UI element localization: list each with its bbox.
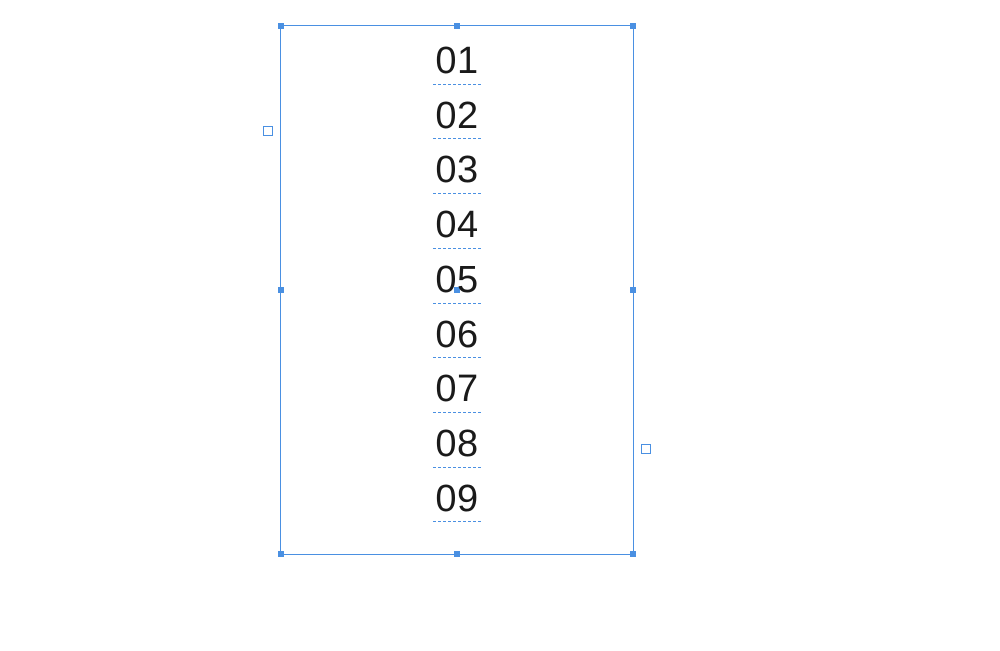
text-value[interactable]: 03	[435, 143, 478, 198]
text-line: 04	[281, 198, 633, 253]
resize-handle-bottom-right[interactable]	[630, 551, 636, 557]
text-line: 09	[281, 472, 633, 527]
thread-out-port[interactable]	[641, 444, 651, 454]
text-line: 08	[281, 417, 633, 472]
text-line: 03	[281, 143, 633, 198]
resize-handle-top-middle[interactable]	[454, 23, 460, 29]
thread-in-port[interactable]	[263, 126, 273, 136]
text-value[interactable]: 01	[435, 34, 478, 89]
text-line: 05	[281, 253, 633, 308]
resize-handle-top-left[interactable]	[278, 23, 284, 29]
text-value[interactable]: 08	[435, 417, 478, 472]
resize-handle-bottom-middle[interactable]	[454, 551, 460, 557]
text-value[interactable]: 06	[435, 308, 478, 363]
text-line: 07	[281, 362, 633, 417]
text-value[interactable]: 04	[435, 198, 478, 253]
text-frame-selection[interactable]: 01 02 03 04 05 06 07 08 09	[280, 25, 634, 555]
text-value[interactable]: 09	[435, 472, 478, 527]
resize-handle-top-right[interactable]	[630, 23, 636, 29]
text-value[interactable]: 02	[435, 89, 478, 144]
text-value[interactable]: 05	[435, 253, 478, 308]
text-line: 02	[281, 89, 633, 144]
text-frame-content[interactable]: 01 02 03 04 05 06 07 08 09	[281, 34, 633, 526]
text-line: 01	[281, 34, 633, 89]
text-line: 06	[281, 308, 633, 363]
text-value[interactable]: 07	[435, 362, 478, 417]
resize-handle-bottom-left[interactable]	[278, 551, 284, 557]
